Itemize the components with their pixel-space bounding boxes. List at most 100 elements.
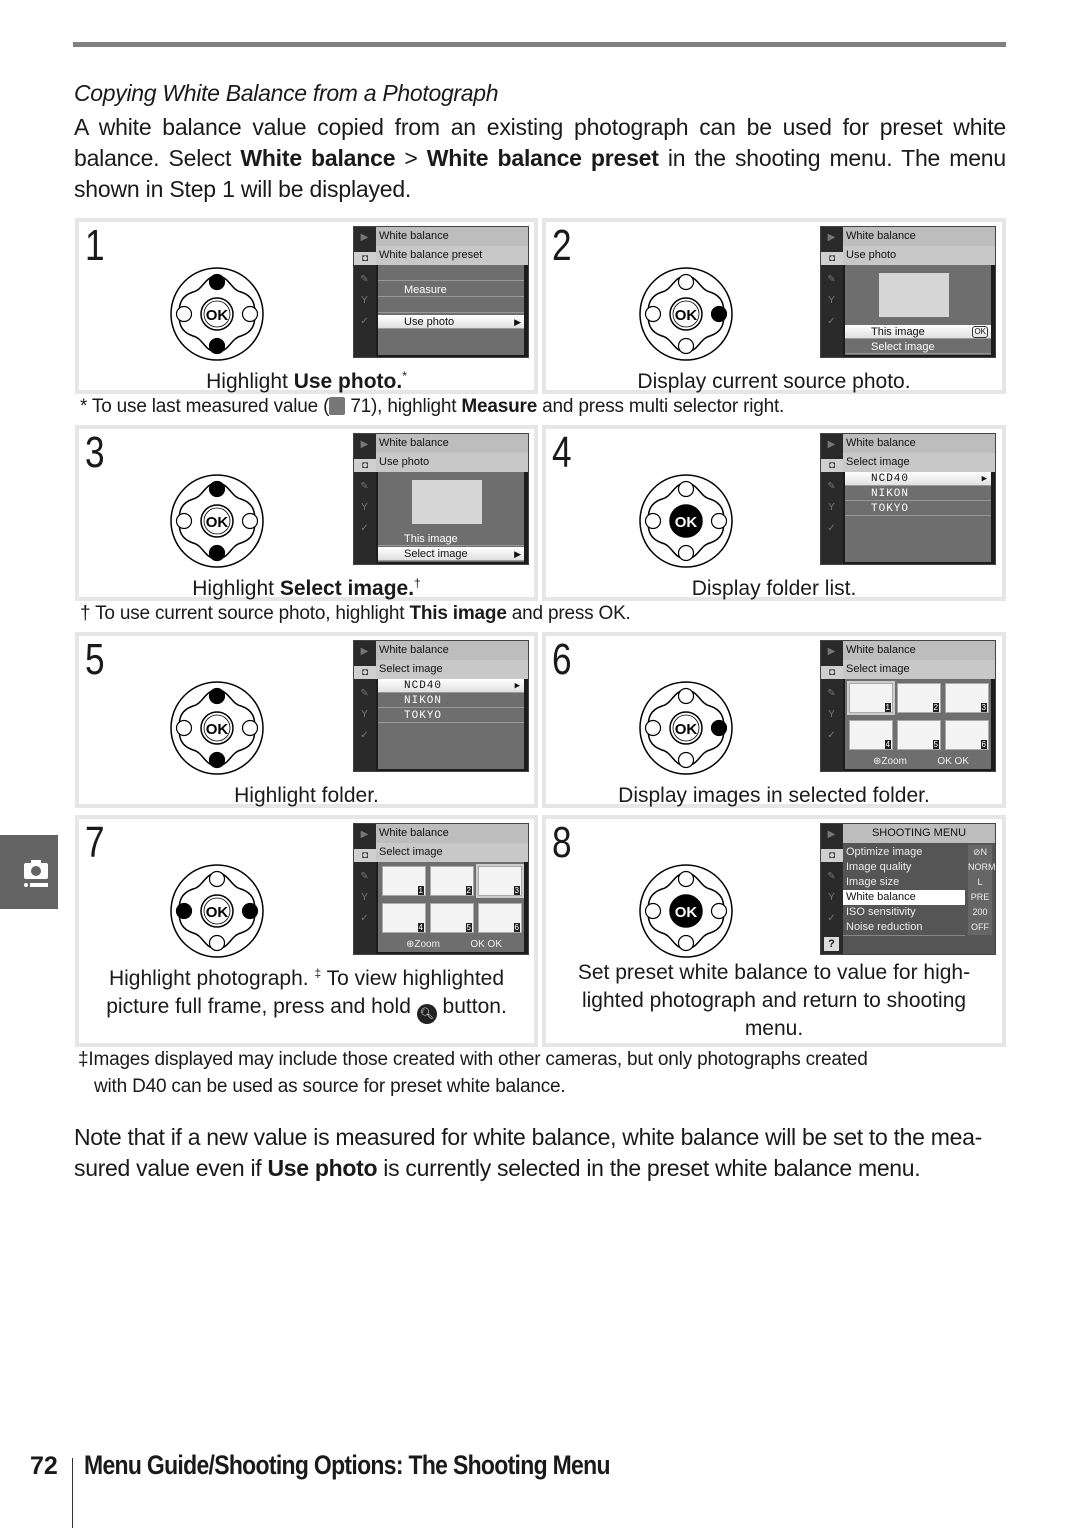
screen-subtitle: Select image [843, 453, 995, 472]
help-icon: ? [824, 937, 839, 951]
menu-item[interactable]: Optimize image [843, 845, 965, 861]
image-thumbnail[interactable]: 3 [476, 864, 524, 898]
footnote-text: and press OK. [506, 603, 631, 624]
menu-row[interactable]: TOKYO [845, 502, 991, 516]
ok-hint: OK OK [937, 756, 969, 767]
caption-text: Display folder list. [691, 577, 857, 600]
ok-hint: OK OK [470, 939, 502, 950]
playback-menu-icon: ▶ [827, 439, 836, 450]
menu-row[interactable] [378, 299, 524, 313]
footnote-dagger: † To use current source photo, highlight… [80, 600, 631, 627]
multi-selector-dial: OK [638, 863, 734, 959]
menu-item[interactable]: White balance [843, 890, 965, 906]
note-text: is currently selected in the preset whit… [377, 1155, 921, 1181]
image-thumbnail[interactable]: 5 [897, 720, 941, 750]
playback-menu-icon: ▶ [827, 829, 836, 840]
dial-left [644, 902, 662, 920]
svg-text:OK: OK [675, 721, 698, 738]
thumbnail-number: 1 [884, 703, 891, 712]
source-photo-preview [879, 273, 949, 317]
step-8: 8 OK ▶ ◘ ✎ Y ✓ SHOOTING MENU Optimize image ⊘N I… [542, 815, 1006, 1047]
dial-up [677, 870, 695, 888]
svg-text:OK: OK [675, 307, 698, 324]
menu-row[interactable]: NCD40 ▶ [378, 679, 524, 693]
zoom-hint: ⊕Zoom [406, 939, 440, 950]
top-rule [73, 42, 1006, 47]
menu-row[interactable]: Select image [845, 340, 991, 354]
footnote-line: with D40 can be used as source for prese… [94, 1076, 566, 1097]
playback-menu-icon: ▶ [360, 829, 369, 840]
caption-text: Display current source photo. [637, 370, 911, 393]
dial-up [208, 480, 226, 498]
menu-item[interactable]: Noise reduction [843, 920, 965, 936]
screen-title: White balance [376, 227, 528, 246]
step-caption: Set preset white balance to value for hi… [546, 959, 1002, 1043]
image-thumbnail[interactable]: 4 [849, 720, 893, 750]
svg-text:OK: OK [206, 307, 229, 324]
playback-menu-icon: ▶ [827, 232, 836, 243]
menu-row[interactable]: TOKYO [378, 709, 524, 723]
step-number: 6 [552, 635, 572, 684]
shooting-menu-icon: ◘ [821, 252, 843, 265]
screen-title: SHOOTING MENU [843, 824, 995, 843]
thumbnail-grid: 1 2 3 4 5 6 [845, 681, 989, 753]
submenu-arrow-icon: ▶ [514, 317, 521, 327]
intro-bold-white-balance: White balance [240, 145, 396, 171]
menu-row[interactable]: NIKON [378, 694, 524, 708]
playback-menu-icon: ▶ [827, 646, 836, 657]
image-thumbnail[interactable]: 1 [382, 866, 426, 896]
dial-left [644, 719, 662, 737]
menu-row[interactable] [378, 267, 524, 281]
image-thumbnail[interactable]: 1 [847, 681, 895, 715]
image-thumbnail[interactable]: 4 [382, 903, 426, 933]
thumbnail-number: 5 [932, 740, 939, 749]
caption-text: To view highlighted [321, 967, 505, 990]
menu-row-label: NIKON [871, 488, 910, 500]
thumbnail-grid: 1 2 3 4 5 6 [378, 864, 524, 936]
intro-paragraph: A white balance value copied from an exi… [74, 112, 1006, 205]
dial-down [208, 934, 226, 952]
menu-row[interactable]: Select image ▶ [378, 547, 524, 561]
menu-row[interactable]: This image OK [845, 325, 991, 339]
image-thumbnail[interactable]: 6 [478, 903, 522, 933]
shooting-menu-icon: ◘ [821, 849, 843, 862]
screen-subtitle: Use photo [376, 453, 528, 472]
step-number: 5 [85, 635, 105, 684]
footer-title: Menu Guide/Shooting Options: The Shootin… [84, 1450, 611, 1480]
step-number: 4 [552, 428, 572, 477]
shooting-section-tab[interactable] [0, 835, 58, 909]
menu-row-label: Use photo [404, 316, 455, 328]
menu-item[interactable]: ISO sensitivity [843, 905, 965, 921]
menu-item[interactable]: Image size [843, 875, 965, 891]
step-caption: Display current source photo. [546, 362, 1002, 396]
step-3: 3 OK ▶ ◘ ✎ Y ✓ White balance Use photo This ima… [75, 425, 538, 601]
intro-separator: > [395, 145, 427, 171]
screen-subtitle: Select image [843, 660, 995, 679]
dial-down [677, 544, 695, 562]
menu-row[interactable]: Use photo ▶ [378, 315, 524, 329]
svg-text:OK: OK [675, 514, 698, 531]
image-thumbnail[interactable]: 2 [897, 683, 941, 713]
menu-row[interactable]: This image [378, 532, 524, 546]
step-number: 1 [85, 221, 105, 270]
ok-button-icon: OK [972, 326, 988, 338]
menu-item[interactable]: Image quality [843, 860, 965, 876]
playback-menu-icon: ▶ [360, 439, 369, 450]
menu-row[interactable]: Measure [378, 283, 524, 297]
image-thumbnail[interactable]: 5 [430, 903, 474, 933]
menu-row-label: NIKON [404, 695, 443, 707]
dial-down [208, 751, 226, 769]
retouch-menu-icon: ✎ [360, 871, 369, 882]
screen-title: White balance [843, 434, 995, 453]
step-4: 4 OK ▶ ◘ ✎ Y ✓ White balance Select image NCD40… [542, 425, 1006, 601]
dial-right [710, 512, 728, 530]
menu-row-label: Select image [871, 341, 935, 353]
screen-subtitle: Select image [376, 660, 528, 679]
image-thumbnail[interactable]: 2 [430, 866, 474, 896]
menu-sidebar: ▶ ◘ ✎ Y ✓ [821, 641, 843, 771]
menu-row[interactable]: NIKON [845, 487, 991, 501]
menu-row[interactable]: NCD40 ▶ [845, 472, 991, 486]
image-thumbnail[interactable]: 3 [945, 683, 989, 713]
image-thumbnail[interactable]: 6 [945, 720, 989, 750]
custom-settings-icon: ✓ [360, 523, 369, 534]
